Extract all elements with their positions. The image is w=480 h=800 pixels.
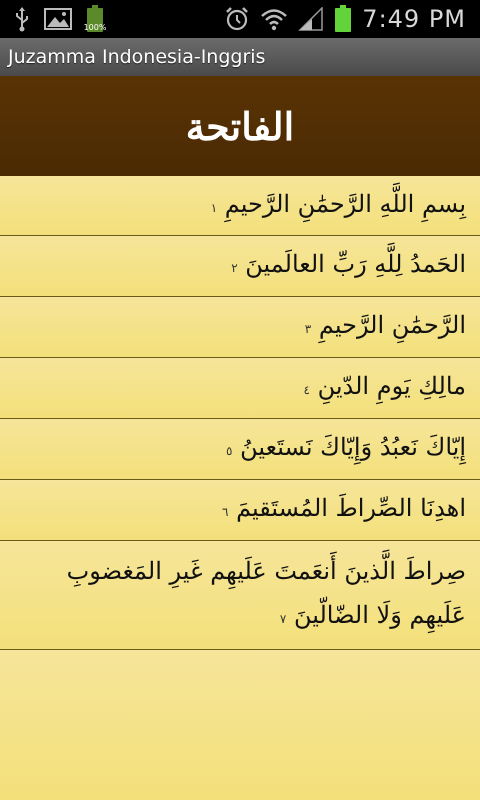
verse-list: بِسمِ اللَّهِ الرَّحمَٰنِ الرَّحيمِ ١ ال… — [0, 176, 480, 650]
list-empty-area — [0, 650, 480, 800]
verse-number: ٧ — [279, 612, 287, 626]
status-left: 100% — [14, 4, 106, 34]
verse-arabic: الرَّحمَٰنِ الرَّحيمِ — [318, 311, 466, 339]
usb-icon — [16, 7, 28, 32]
verse-text: اهدِنَا الصِّراطَ المُستَقيمَ ٦ — [222, 486, 466, 534]
verse-text: بِسمِ اللَّهِ الرَّحمَٰنِ الرَّحيمِ ١ — [211, 182, 466, 230]
surah-header: الفاتحة — [0, 76, 480, 176]
verse-item[interactable]: الرَّحمَٰنِ الرَّحيمِ ٣ — [0, 297, 480, 358]
alarm-icon — [226, 7, 249, 31]
verse-item[interactable]: اهدِنَا الصِّراطَ المُستَقيمَ ٦ — [0, 480, 480, 541]
verse-text: صِراطَ الَّذينَ أَنعَمتَ عَلَيهِم غَيرِ … — [14, 549, 466, 641]
verse-arabic: إِيّاكَ نَعبُدُ وَإِيّاكَ نَستَعينُ — [240, 433, 466, 461]
surah-name: الفاتحة — [185, 103, 295, 149]
battery-percent: 100% — [83, 23, 107, 32]
app-title: Juzamma Indonesia-Inggris — [8, 46, 266, 68]
verse-item[interactable]: مالِكِ يَومِ الدّينِ ٤ — [0, 358, 480, 419]
verse-text: الرَّحمَٰنِ الرَّحيمِ ٣ — [305, 303, 466, 351]
verse-number: ٥ — [226, 444, 233, 458]
verse-arabic: اهدِنَا الصِّراطَ المُستَقيمَ — [236, 494, 466, 522]
verse-text: إِيّاكَ نَعبُدُ وَإِيّاكَ نَستَعينُ ٥ — [226, 425, 466, 473]
verse-item[interactable]: صِراطَ الَّذينَ أَنعَمتَ عَلَيهِم غَيرِ … — [0, 541, 480, 650]
status-right: 7:49 PM — [224, 4, 466, 34]
image-icon — [44, 8, 72, 30]
verse-item[interactable]: الحَمدُ لِلَّهِ رَبِّ العالَمينَ ٢ — [0, 236, 480, 297]
wifi-icon — [261, 9, 288, 31]
verse-number: ٢ — [231, 261, 238, 275]
clock: 7:49 PM — [362, 5, 466, 33]
app-title-bar: Juzamma Indonesia-Inggris — [0, 38, 480, 77]
signal-icon — [298, 7, 324, 31]
verse-text: مالِكِ يَومِ الدّينِ ٤ — [303, 364, 466, 412]
verse-arabic: بِسمِ اللَّهِ الرَّحمَٰنِ الرَّحيمِ — [224, 189, 466, 218]
status-bar: 100% 7:49 PM — [0, 0, 480, 38]
verse-arabic: صِراطَ الَّذينَ أَنعَمتَ عَلَيهِم غَيرِ … — [66, 557, 466, 629]
verse-arabic: الحَمدُ لِلَّهِ رَبِّ العالَمينَ — [245, 250, 466, 278]
verse-number: ٦ — [221, 505, 229, 519]
verse-arabic: مالِكِ يَومِ الدّينِ — [317, 372, 466, 400]
verse-item[interactable]: بِسمِ اللَّهِ الرَّحمَٰنِ الرَّحيمِ ١ — [0, 176, 480, 236]
verse-number: ١ — [210, 200, 218, 215]
verse-number: ٤ — [303, 383, 310, 397]
verse-item[interactable]: إِيّاكَ نَعبُدُ وَإِيّاكَ نَستَعينُ ٥ — [0, 419, 480, 480]
verse-text: الحَمدُ لِلَّهِ رَبِّ العالَمينَ ٢ — [231, 242, 466, 290]
battery-charging-icon — [334, 5, 352, 33]
battery-icon: 100% — [84, 5, 106, 33]
verse-number: ٣ — [304, 322, 312, 336]
